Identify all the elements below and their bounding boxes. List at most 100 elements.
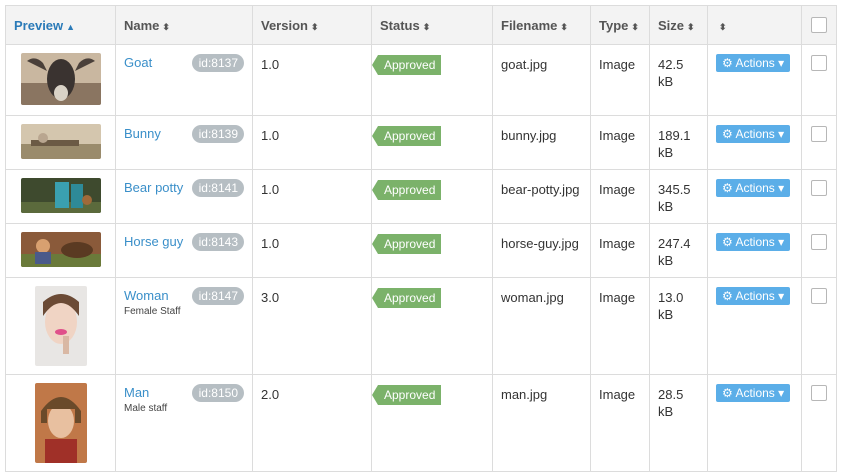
filename-text: bunny.jpg (501, 128, 557, 143)
select-cell (801, 115, 837, 170)
actions-label: Actions (735, 386, 775, 400)
status-cell: Approved (371, 374, 493, 472)
size-text: 345.5 kB (658, 182, 691, 214)
caret-down-icon: ▾ (778, 386, 785, 400)
version-text: 1.0 (261, 236, 280, 251)
name-cell: Horse guy id:8143 (115, 223, 253, 278)
filename-cell: bear-potty.jpg (492, 169, 591, 224)
sort-icon: ⬍ (560, 21, 568, 32)
asset-name-link[interactable]: Goat (124, 55, 152, 70)
select-cell (801, 223, 837, 278)
version-text: 1.0 (261, 128, 280, 143)
gear-icon: ⚙ (722, 56, 733, 70)
row-checkbox[interactable] (811, 126, 827, 142)
bunny-thumbnail[interactable] (20, 124, 101, 159)
type-cell: Image (590, 277, 650, 375)
size-text: 189.1 kB (658, 128, 691, 160)
col-size-label: Size (658, 17, 685, 33)
row-checkbox[interactable] (811, 234, 827, 250)
filename-text: goat.jpg (501, 57, 548, 72)
id-badge: id:8139 (191, 125, 244, 143)
status-badge: Approved (371, 385, 442, 405)
goat-thumbnail[interactable] (20, 53, 101, 105)
asset-name-link[interactable]: Bear potty (124, 180, 183, 195)
gear-icon: ⚙ (722, 181, 733, 195)
row-checkbox[interactable] (811, 288, 827, 304)
media-table: Preview ▲ Name ⬍ Version ⬍ Status ⬍ Filename… (5, 5, 837, 472)
select-all-checkbox[interactable] (811, 17, 827, 33)
col-select-header (801, 5, 837, 45)
table-row: Horse guy id:8143 1.0 Approved horse-guy… (5, 223, 837, 278)
actions-dropdown-button[interactable]: ⚙ Actions ▾ (716, 233, 791, 251)
actions-label: Actions (735, 56, 775, 70)
actions-dropdown-button[interactable]: ⚙ Actions ▾ (716, 179, 791, 197)
id-badge: id:8141 (191, 179, 244, 197)
preview-cell (5, 169, 116, 224)
woman-thumbnail[interactable] (34, 286, 87, 366)
actions-dropdown-button[interactable]: ⚙ Actions ▾ (716, 384, 791, 402)
col-actions-header[interactable]: ⬍ (707, 5, 802, 45)
status-cell: Approved (371, 277, 493, 375)
version-text: 1.0 (261, 182, 280, 197)
asset-description: Male staff (124, 403, 168, 414)
type-cell: Image (590, 44, 650, 116)
asset-name-link[interactable]: Woman (124, 288, 169, 303)
version-cell: 1.0 (252, 44, 372, 116)
actions-dropdown-button[interactable]: ⚙ Actions ▾ (716, 54, 791, 72)
sort-icon: ⬍ (162, 21, 170, 32)
actions-cell: ⚙ Actions ▾ (707, 169, 802, 224)
col-preview-header[interactable]: Preview ▲ (5, 5, 116, 45)
col-version-header[interactable]: Version ⬍ (252, 5, 372, 45)
col-type-header[interactable]: Type ⬍ (590, 5, 650, 45)
name-cell: Bunny id:8139 (115, 115, 253, 170)
status-badge: Approved (371, 288, 442, 308)
type-text: Image (599, 182, 636, 197)
row-checkbox[interactable] (811, 55, 827, 71)
type-cell: Image (590, 374, 650, 472)
actions-label: Actions (735, 127, 775, 141)
horse-guy-thumbnail[interactable] (20, 232, 101, 267)
caret-down-icon: ▾ (778, 56, 785, 70)
man-thumbnail[interactable] (34, 383, 87, 463)
gear-icon: ⚙ (722, 127, 733, 141)
size-text: 28.5 kB (658, 387, 684, 419)
actions-dropdown-button[interactable]: ⚙ Actions ▾ (716, 287, 791, 305)
preview-cell (5, 115, 116, 170)
table-row: Woman id:8147 Female Staff 3.0 Approved … (5, 277, 837, 375)
version-text: 3.0 (261, 290, 280, 305)
header-row: Preview ▲ Name ⬍ Version ⬍ Status ⬍ Filename… (5, 5, 837, 45)
bear-potty-thumbnail[interactable] (20, 178, 101, 213)
size-cell: 28.5 kB (649, 374, 708, 472)
row-checkbox[interactable] (811, 385, 827, 401)
table-row: Goat id:8137 1.0 Approved goat.jpg Image… (5, 44, 837, 116)
col-size-header[interactable]: Size ⬍ (649, 5, 708, 45)
select-cell (801, 169, 837, 224)
size-text: 42.5 kB (658, 57, 684, 89)
asset-name-link[interactable]: Man (124, 385, 149, 400)
asset-name-link[interactable]: Horse guy (124, 234, 183, 249)
col-filename-header[interactable]: Filename ⬍ (492, 5, 591, 45)
type-text: Image (599, 387, 636, 402)
type-text: Image (599, 236, 636, 251)
col-name-label: Name (124, 17, 160, 33)
select-cell (801, 374, 837, 472)
id-badge: id:8147 (191, 287, 244, 305)
col-filename-label: Filename (501, 17, 558, 33)
preview-cell (5, 44, 116, 116)
version-cell: 3.0 (252, 277, 372, 375)
actions-dropdown-button[interactable]: ⚙ Actions ▾ (716, 125, 791, 143)
col-name-header[interactable]: Name ⬍ (115, 5, 253, 45)
actions-label: Actions (735, 181, 775, 195)
version-cell: 1.0 (252, 115, 372, 170)
version-cell: 1.0 (252, 169, 372, 224)
size-cell: 42.5 kB (649, 44, 708, 116)
row-checkbox[interactable] (811, 180, 827, 196)
asset-name-link[interactable]: Bunny (124, 126, 161, 141)
col-status-header[interactable]: Status ⬍ (371, 5, 493, 45)
table-row: Man id:8150 Male staff 2.0 Approved man.… (5, 374, 837, 472)
size-text: 13.0 kB (658, 290, 684, 322)
filename-text: woman.jpg (501, 290, 564, 305)
status-cell: Approved (371, 223, 493, 278)
size-cell: 247.4 kB (649, 223, 708, 278)
version-text: 2.0 (261, 387, 280, 402)
